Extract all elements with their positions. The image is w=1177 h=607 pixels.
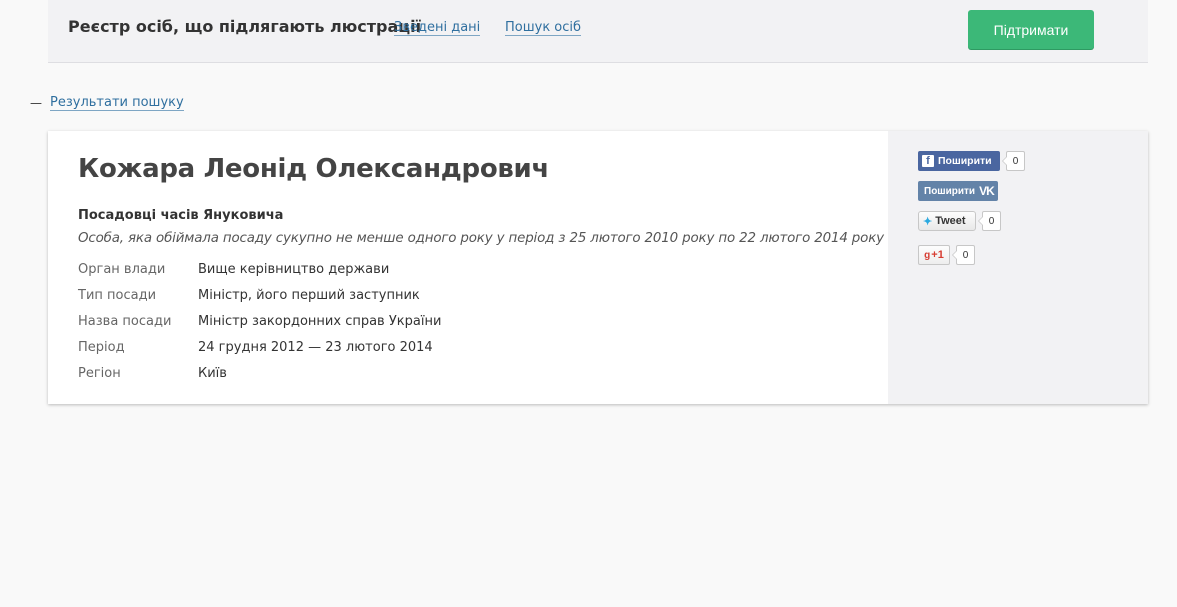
tweet-label: Tweet	[935, 215, 966, 227]
detail-value: Вище керівництво держави	[198, 262, 390, 277]
person-name: Кожара Леонід Олександрович	[78, 154, 549, 184]
tweet-count: 0	[978, 211, 1001, 231]
gplus-count: 0	[952, 245, 975, 265]
gplus-icon: g	[924, 249, 931, 261]
detail-row-authority: Орган влади Вище керівництво держави	[78, 262, 441, 288]
breadcrumb: — Результати пошуку	[30, 95, 184, 111]
site-header: Реєстр осіб, що підлягають люстрації Зве…	[48, 0, 1148, 63]
nav-link-search[interactable]: Пошук осіб	[505, 20, 582, 36]
detail-row-period: Період 24 грудня 2012 — 23 лютого 2014	[78, 340, 441, 366]
detail-label: Орган влади	[78, 262, 166, 277]
facebook-share-count: 0	[1002, 151, 1025, 171]
detail-value: Міністр, його перший заступник	[198, 288, 420, 303]
detail-value: 24 грудня 2012 — 23 лютого 2014	[198, 340, 433, 355]
vk-share-label: Поширити	[924, 185, 976, 197]
detail-label: Назва посади	[78, 314, 172, 329]
details-table: Орган влади Вище керівництво держави Тип…	[78, 262, 441, 392]
gplus-share: g +1 0	[918, 245, 975, 265]
twitter-share: ✦ Tweet 0	[918, 211, 1001, 231]
facebook-share-button[interactable]: f Поширити	[918, 151, 1000, 171]
detail-label: Регіон	[78, 366, 121, 381]
category-description: Особа, яка обіймала посаду сукупно не ме…	[78, 231, 884, 246]
site-title[interactable]: Реєстр осіб, що підлягають люстрації	[68, 17, 421, 36]
detail-row-position-type: Тип посади Міністр, його перший заступни…	[78, 288, 441, 314]
detail-value: Міністр закордонних справ України	[198, 314, 442, 329]
gplus-label: +1	[931, 249, 944, 261]
gplus-button[interactable]: g +1	[918, 245, 950, 265]
detail-row-region: Регіон Київ	[78, 366, 441, 392]
category-title: Посадовці часів Януковича	[78, 208, 284, 223]
detail-row-position-name: Назва посади Міністр закордонних справ У…	[78, 314, 441, 340]
detail-value: Київ	[198, 366, 227, 381]
detail-label: Період	[78, 340, 125, 355]
vk-share: Поширити VK	[918, 181, 998, 201]
vk-icon: VK	[979, 184, 995, 198]
facebook-share: f Поширити 0	[918, 151, 1025, 171]
back-to-results-link[interactable]: Результати пошуку	[50, 95, 184, 111]
facebook-share-label: Поширити	[938, 155, 992, 167]
vk-share-button[interactable]: Поширити VK	[918, 181, 998, 201]
share-panel: f Поширити 0 Поширити VK ✦ Tweet 0 g +1 …	[888, 131, 1148, 404]
person-card: Кожара Леонід Олександрович Посадовці ча…	[48, 131, 1148, 404]
facebook-icon: f	[922, 155, 934, 167]
person-info: Кожара Леонід Олександрович Посадовці ча…	[48, 131, 888, 404]
twitter-icon: ✦	[923, 215, 933, 228]
back-dash: —	[30, 96, 42, 110]
support-button[interactable]: Підтримати	[968, 10, 1094, 49]
nav-link-summary[interactable]: Зведені дані	[394, 20, 481, 36]
tweet-button[interactable]: ✦ Tweet	[918, 211, 976, 231]
detail-label: Тип посади	[78, 288, 157, 303]
